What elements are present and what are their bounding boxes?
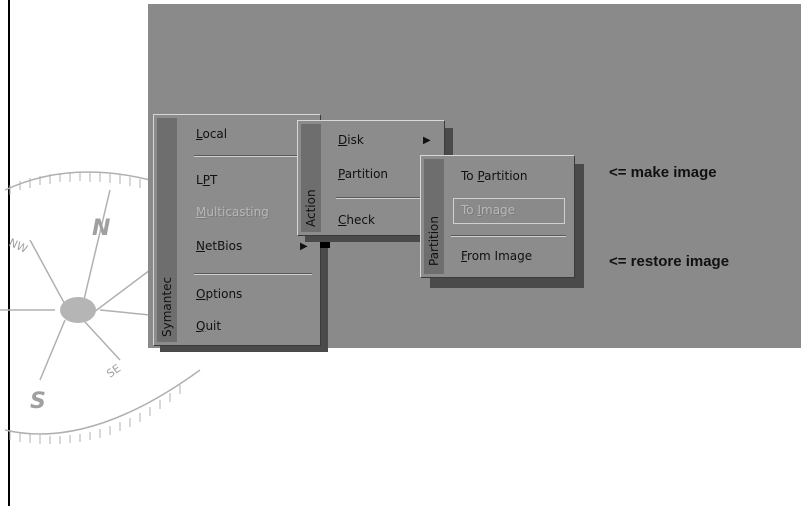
menu-separator <box>194 155 312 157</box>
menu-item-check[interactable]: Check <box>338 213 375 227</box>
menu-item-to-image[interactable]: To Image <box>461 203 515 217</box>
compass-nw: NW <box>7 236 30 256</box>
menu-item-options[interactable]: Options <box>196 287 242 301</box>
partition-menu: Partition To Partition To Image From Ima… <box>420 155 575 278</box>
compass-se: SE <box>104 362 123 381</box>
menu-item-from-image[interactable]: From Image <box>461 249 532 263</box>
menu-item-multicasting: Multicasting <box>196 205 269 219</box>
compass-s: S <box>30 389 46 414</box>
menu-separator <box>451 235 566 237</box>
disk-submenu-arrow-icon: ▶ <box>423 135 431 146</box>
menu-item-lpt[interactable]: LPT <box>196 173 217 187</box>
symantec-menu-title: Symantec <box>160 276 174 337</box>
menu-item-partition[interactable]: Partition <box>338 167 388 181</box>
action-menu-title: Action <box>304 189 318 227</box>
menu-item-netbios[interactable]: NetBios <box>196 239 242 253</box>
compass-n: N <box>92 216 110 241</box>
menu-separator <box>194 273 312 275</box>
menu-item-to-partition[interactable]: To Partition <box>461 169 527 183</box>
partition-menu-title: Partition <box>427 215 441 266</box>
menu-item-local[interactable]: Local <box>196 127 227 141</box>
menu-item-quit[interactable]: Quit <box>196 319 221 333</box>
make-image-annotation: <= make image <box>609 164 717 181</box>
menu-item-disk[interactable]: Disk <box>338 133 364 147</box>
restore-image-annotation: <= restore image <box>609 253 730 270</box>
symantec-menu: Symantec Local LPT Multicasting NetBios … <box>153 114 321 346</box>
netbios-submenu-arrow-icon: ▶ <box>300 241 308 252</box>
